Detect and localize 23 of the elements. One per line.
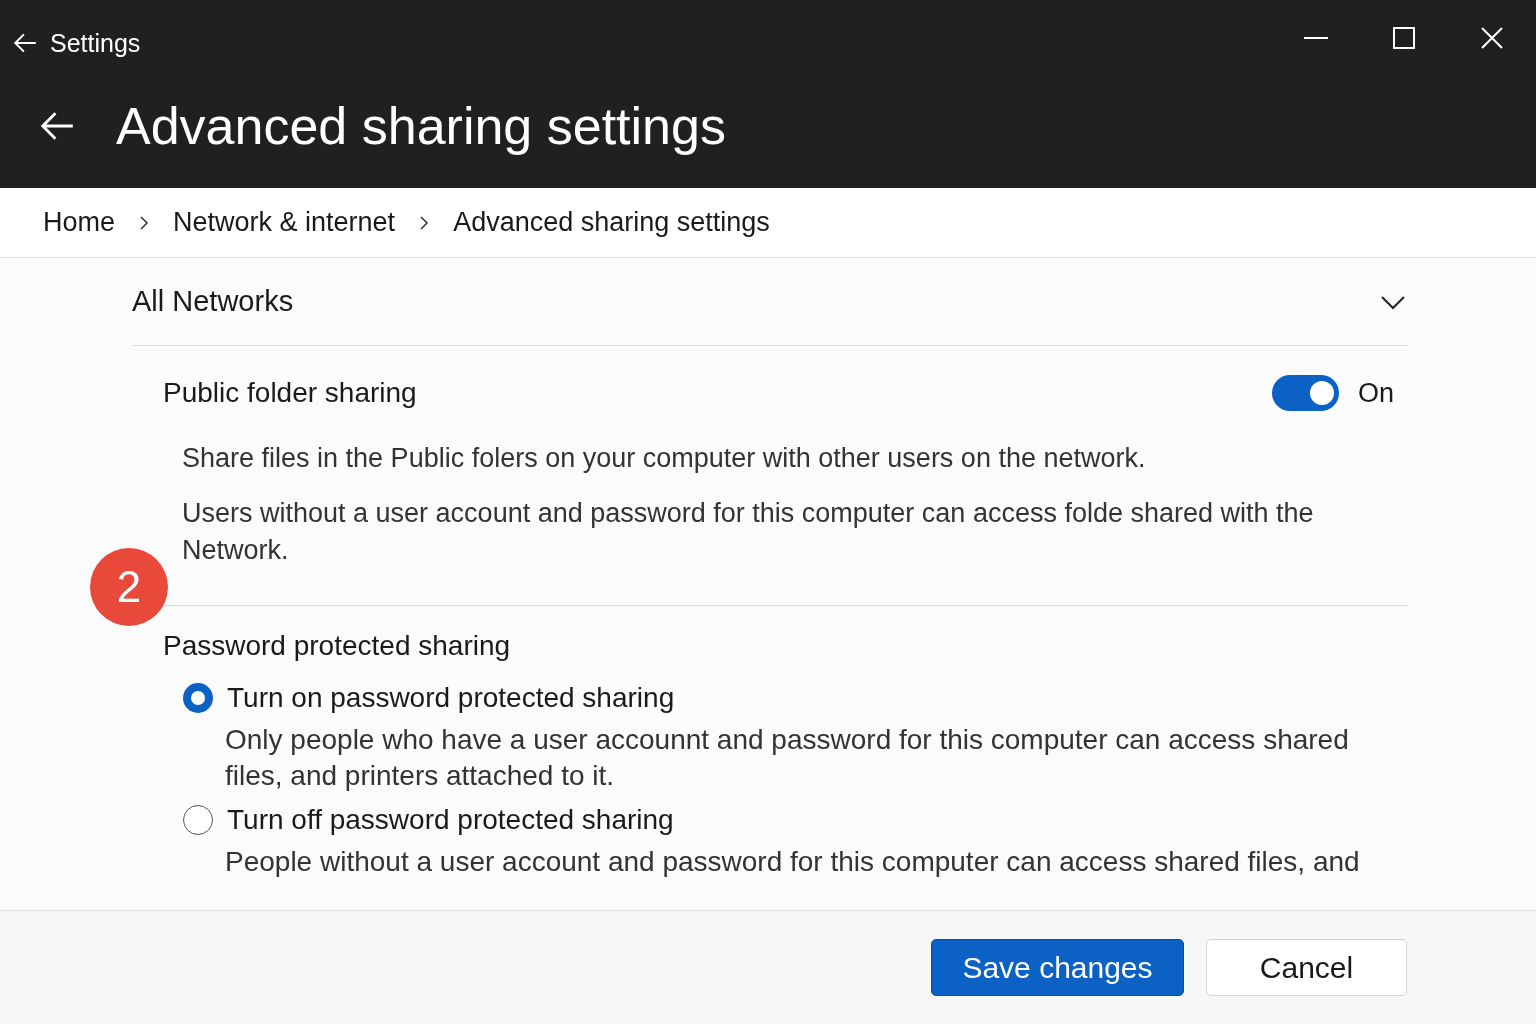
description-text: Share files in the Public folers on your computer with other users on the network. [182, 442, 1147, 475]
setting-title: Password protected sharing [163, 630, 512, 662]
window-title: Settings [50, 28, 141, 58]
step-badge: 2 [90, 548, 168, 626]
save-button[interactable]: Save changes [931, 939, 1184, 996]
radio-button[interactable] [183, 683, 213, 713]
close-icon[interactable] [1480, 26, 1504, 50]
toggle-switch[interactable] [1271, 375, 1339, 411]
cancel-button[interactable]: Cancel [1206, 939, 1407, 996]
option-description: Only people who have a user accounnt and password for this computer can access shared files, and printers attached to it. [225, 723, 1350, 793]
breadcrumb-item[interactable]: Network & internet [173, 207, 396, 238]
radio-label[interactable]: Turn off password protected sharing [227, 804, 674, 836]
radio-button[interactable] [183, 805, 213, 835]
breadcrumb-item[interactable]: Home [43, 207, 116, 238]
option-description: People without a user account and password for this computer can access shared files, and [225, 845, 1361, 879]
radio-label[interactable]: Turn on password protected sharing [227, 682, 675, 714]
page-title: Advanced sharing settings [116, 96, 726, 156]
maximize-icon[interactable] [1392, 26, 1416, 50]
description-text: Users without a user account and password for this computer can access folde shared with the Network. [182, 497, 1315, 567]
setting-title: Public folder sharing [163, 377, 417, 409]
toggle-label: On [1357, 377, 1394, 409]
breadcrumb-item: Advanced sharing settings [453, 207, 770, 238]
section-title: All Networks [132, 285, 294, 318]
